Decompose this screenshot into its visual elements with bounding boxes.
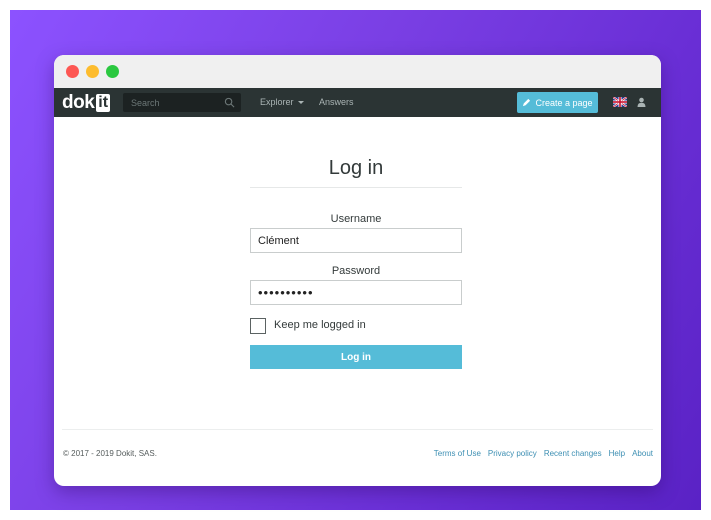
minimize-window-button[interactable] (86, 65, 99, 78)
recent-changes-link[interactable]: Recent changes (544, 449, 602, 458)
password-label: Password (331, 265, 381, 277)
search-icon[interactable] (224, 97, 235, 108)
chevron-down-icon (297, 101, 304, 104)
create-page-button[interactable]: Create a page (517, 92, 598, 113)
logo-badge: it (96, 93, 111, 112)
page-content: Log in Username Password Keep me logged … (54, 117, 661, 486)
password-field[interactable] (251, 281, 461, 304)
explorer-menu[interactable]: Explorer (260, 97, 304, 107)
pencil-icon (523, 98, 531, 107)
browser-window: dok it Explorer Answers Create a page (54, 55, 661, 486)
user-icon[interactable] (637, 97, 646, 107)
top-navbar: dok it Explorer Answers Create a page (54, 88, 661, 117)
page-title: Log in (328, 157, 384, 179)
close-window-button[interactable] (66, 65, 79, 78)
privacy-policy-link[interactable]: Privacy policy (488, 449, 537, 458)
create-page-label: Create a page (535, 97, 593, 108)
keep-logged-in-label[interactable]: Keep me logged in (274, 319, 366, 331)
about-link[interactable]: About (632, 449, 653, 458)
answers-link[interactable]: Answers (319, 97, 354, 107)
footer-links: Terms of Use Privacy policy Recent chang… (434, 449, 653, 458)
password-field-box (250, 280, 462, 305)
maximize-window-button[interactable] (106, 65, 119, 78)
help-link[interactable]: Help (609, 449, 625, 458)
dokit-logo[interactable]: dok it (62, 92, 111, 113)
uk-flag-icon[interactable] (613, 97, 627, 107)
search-box (123, 93, 241, 112)
username-field-box (250, 228, 462, 253)
terms-of-use-link[interactable]: Terms of Use (434, 449, 481, 458)
logo-text: dok (62, 92, 95, 113)
username-field[interactable] (251, 229, 461, 252)
window-titlebar (54, 55, 661, 88)
login-button[interactable]: Log in (250, 345, 462, 369)
keep-logged-in-checkbox[interactable] (250, 318, 266, 334)
copyright-text: © 2017 - 2019 Dokit, SAS. (63, 449, 157, 458)
footer-divider (62, 429, 653, 430)
explorer-label: Explorer (260, 97, 294, 107)
username-label: Username (330, 213, 382, 225)
title-divider (250, 187, 462, 188)
